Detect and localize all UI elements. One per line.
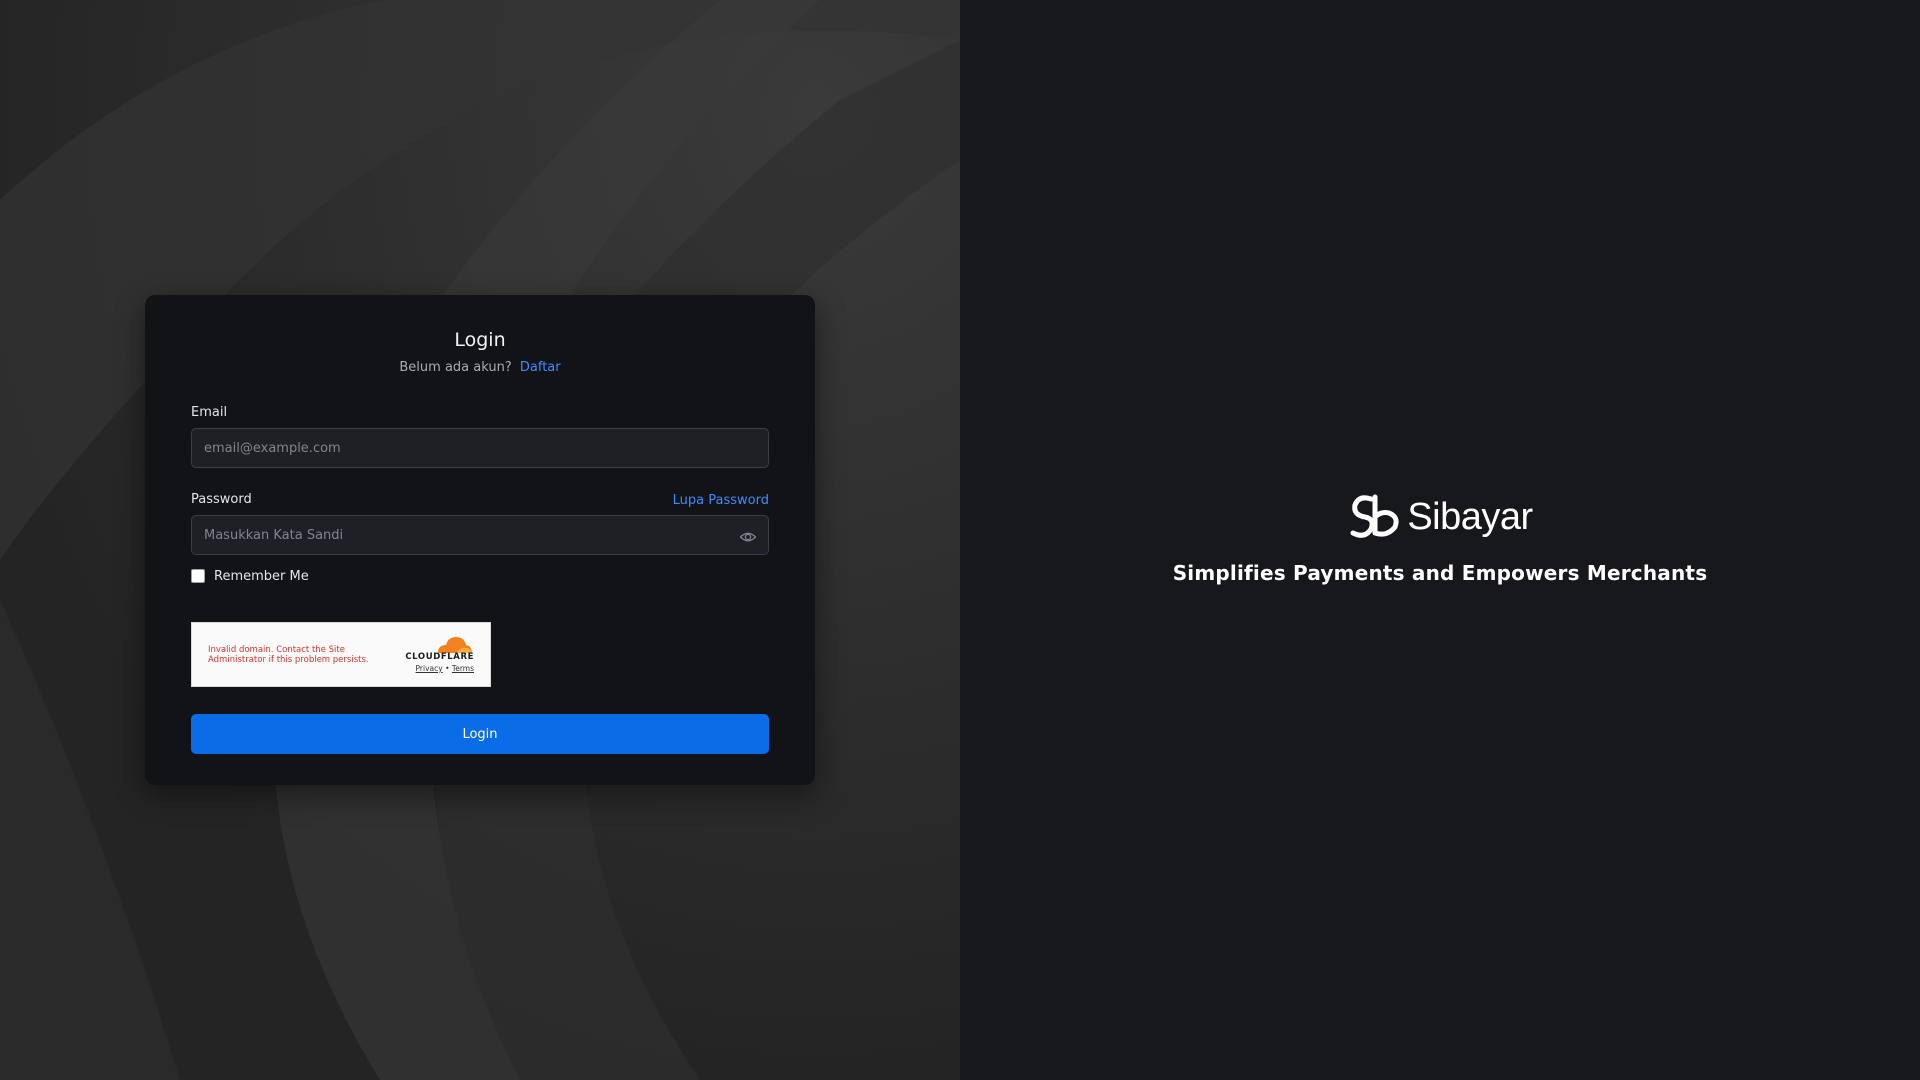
register-prompt-text: Belum ada akun?	[399, 360, 512, 375]
password-field[interactable]	[191, 515, 769, 555]
captcha-link-separator: •	[445, 664, 450, 673]
eye-icon[interactable]	[739, 528, 757, 546]
email-label: Email	[191, 405, 228, 420]
email-field[interactable]	[191, 428, 769, 468]
background-panel: Login Belum ada akun? Daftar Email Passw…	[0, 0, 960, 1080]
password-field-wrapper	[191, 509, 769, 555]
login-card: Login Belum ada akun? Daftar Email Passw…	[145, 295, 815, 785]
remember-me-checkbox[interactable]	[191, 569, 205, 583]
captcha-error-message: Invalid domain. Contact the Site Adminis…	[208, 645, 369, 665]
cloudflare-wordmark: CLOUDFLARE	[405, 652, 474, 662]
forgot-password-link[interactable]: Lupa Password	[673, 493, 769, 508]
register-prompt: Belum ada akun? Daftar	[191, 358, 769, 378]
login-title: Login	[454, 329, 506, 351]
password-label: Password	[191, 492, 252, 507]
register-link[interactable]: Daftar	[520, 360, 561, 375]
password-group: Password Lupa Password	[191, 491, 769, 555]
email-group: Email	[191, 404, 769, 468]
captcha-privacy-link[interactable]: Privacy	[416, 664, 443, 673]
remember-me-row: Remember Me	[191, 567, 769, 585]
captcha-links: Privacy • Terms	[416, 664, 474, 673]
captcha-widget: Invalid domain. Contact the Site Adminis…	[191, 622, 491, 687]
captcha-terms-link[interactable]: Terms	[452, 664, 474, 673]
brand-tagline: Simplifies Payments and Empowers Merchan…	[1172, 561, 1708, 585]
brand-block: Sibayar Simplifies Payments and Empowers…	[960, 490, 1920, 585]
sibayar-logo-icon	[1350, 494, 1399, 538]
brand-name: Sibayar	[1407, 495, 1533, 538]
brand-logo: Sibayar	[1347, 490, 1533, 544]
login-button[interactable]: Login	[191, 714, 769, 754]
password-label-row: Password Lupa Password	[191, 491, 769, 509]
remember-me-label[interactable]: Remember Me	[214, 569, 309, 584]
brand-panel: Sibayar Simplifies Payments and Empowers…	[960, 0, 1920, 1080]
